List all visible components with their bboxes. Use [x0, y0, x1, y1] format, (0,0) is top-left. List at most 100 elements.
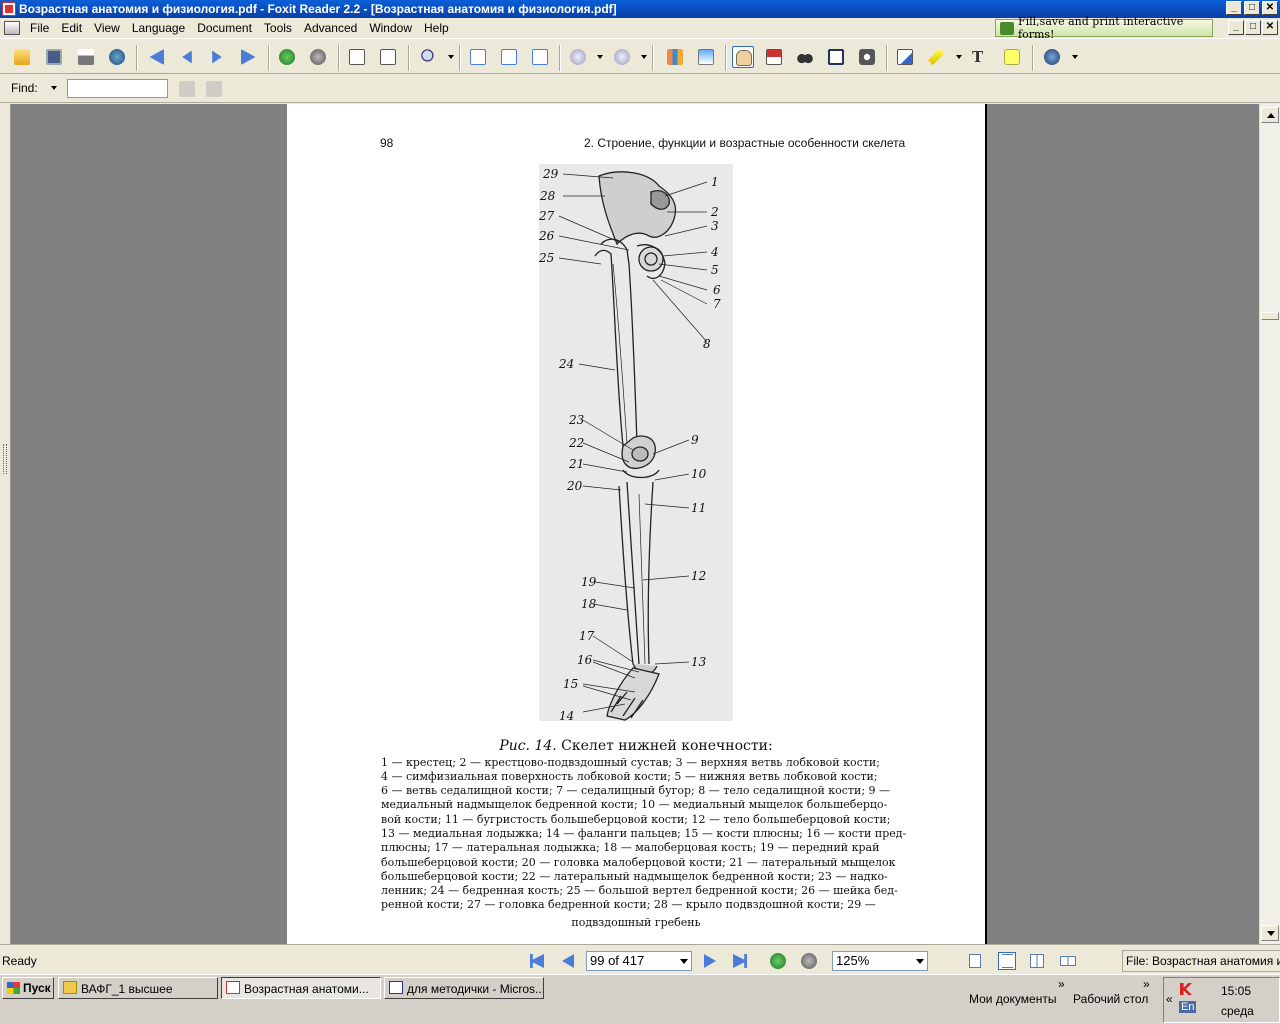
camera-button[interactable]	[856, 46, 878, 68]
fit-page-button[interactable]	[498, 46, 520, 68]
doc-close-button[interactable]: ✕	[1262, 20, 1278, 35]
vertical-scrollbar[interactable]	[1259, 104, 1280, 944]
find-next-button[interactable]	[203, 78, 225, 100]
fig-label-19: 19	[581, 575, 597, 589]
highlight-dropdown-arrow[interactable]	[956, 55, 962, 59]
find-prev-button[interactable]	[176, 78, 198, 100]
my-documents-toolbar[interactable]: Мои документы	[969, 992, 1056, 1006]
foxit-window: Возрастная анатомия и физиология.pdf - F…	[0, 0, 1280, 1024]
scroll-down-button[interactable]	[1261, 925, 1279, 941]
menu-advanced[interactable]: Advanced	[298, 21, 363, 35]
document-icon[interactable]	[4, 21, 20, 35]
navigation-panel-collapsed[interactable]	[0, 104, 11, 944]
language-indicator[interactable]: En	[1179, 1001, 1197, 1013]
foxit-app-icon[interactable]	[2, 2, 16, 16]
zoom-out-button[interactable]	[567, 46, 589, 68]
select-text-button[interactable]	[763, 46, 785, 68]
scroll-thumb[interactable]	[1261, 312, 1279, 320]
find-options-arrow[interactable]	[51, 86, 57, 90]
clock-time[interactable]: 15:05	[1221, 984, 1251, 998]
zoom-level-value: 125%	[836, 953, 870, 968]
menu-edit[interactable]: Edit	[55, 21, 88, 35]
desktop-chevron-icon[interactable]: »	[1143, 977, 1150, 991]
zoom-in-icon	[614, 49, 630, 65]
continuous-view-button[interactable]	[998, 952, 1016, 970]
rotate-left-button[interactable]	[346, 46, 368, 68]
next-page-button[interactable]	[206, 46, 228, 68]
zoom-level-select[interactable]: 125%	[832, 951, 928, 971]
bookmark-button[interactable]	[664, 46, 686, 68]
menu-document[interactable]: Document	[191, 21, 258, 35]
zoom-in-dropdown-arrow[interactable]	[641, 55, 647, 59]
prev-page-button[interactable]	[176, 46, 198, 68]
status-back-button[interactable]	[769, 952, 787, 970]
zoom-out-dropdown-arrow[interactable]	[597, 55, 603, 59]
desktop-toolbar[interactable]: Рабочий стол	[1073, 992, 1148, 1006]
caption-line-5: вой кости; 11 — бугристость большеберцов…	[381, 813, 891, 826]
document-viewport[interactable]: 98 2. Строение, функции и возрастные осо…	[11, 104, 1259, 944]
comment-button[interactable]	[1001, 46, 1023, 68]
zoom-dropdown-arrow[interactable]	[448, 55, 454, 59]
menu-language[interactable]: Language	[126, 21, 191, 35]
fit-width-button[interactable]	[529, 46, 551, 68]
forward-button[interactable]	[307, 46, 329, 68]
actual-size-button[interactable]	[467, 46, 489, 68]
find-input[interactable]	[67, 79, 168, 98]
task-word[interactable]: для методички - Micros...	[384, 977, 544, 999]
last-page-button[interactable]	[238, 46, 260, 68]
highlight-button[interactable]	[925, 46, 947, 68]
scroll-up-icon	[1267, 113, 1275, 118]
scroll-up-button[interactable]	[1261, 107, 1279, 123]
first-page-button[interactable]	[145, 46, 167, 68]
save-button[interactable]	[43, 46, 65, 68]
close-button[interactable]: ✕	[1262, 1, 1278, 15]
status-last-page-button[interactable]	[731, 952, 749, 970]
fill-forms-button[interactable]: Fill,save and print interactive forms!	[995, 15, 1213, 41]
facing-view-button[interactable]	[1028, 952, 1046, 970]
fig-label-18: 18	[581, 597, 597, 611]
fig-label-12: 12	[691, 569, 706, 583]
minimize-button[interactable]: _	[1226, 1, 1242, 15]
find-prev-icon	[179, 81, 195, 97]
menu-file[interactable]: File	[24, 21, 55, 35]
start-button[interactable]: Пуск	[2, 977, 54, 999]
doc-restore-button[interactable]: □	[1245, 20, 1261, 35]
task-folder[interactable]: ВАФГ_1 высшее	[58, 977, 218, 999]
email-button[interactable]	[106, 46, 128, 68]
maximize-button[interactable]: □	[1244, 1, 1260, 15]
back-icon	[770, 953, 786, 969]
typewriter-button[interactable]	[825, 46, 847, 68]
page-number-select[interactable]: 99 of 417	[586, 951, 692, 971]
hand-tool-button[interactable]	[732, 46, 754, 68]
menu-window[interactable]: Window	[363, 21, 418, 35]
fig-label-8: 8	[703, 337, 711, 351]
info-button[interactable]	[1041, 46, 1063, 68]
find-button[interactable]	[794, 46, 816, 68]
continuous-facing-view-button[interactable]	[1059, 952, 1077, 970]
system-tray: En 15:05 среда	[1163, 977, 1280, 1023]
document-window-controls: _ □ ✕	[1228, 20, 1278, 35]
menu-tools[interactable]: Tools	[258, 21, 298, 35]
menu-help[interactable]: Help	[418, 21, 455, 35]
task-foxit-reader[interactable]: Возрастная анатоми...	[221, 977, 381, 999]
snapshot-button[interactable]	[695, 46, 717, 68]
text-tool-button[interactable]: T	[969, 46, 991, 68]
status-first-page-button[interactable]	[528, 952, 546, 970]
print-button[interactable]	[75, 46, 97, 68]
open-button[interactable]	[11, 46, 33, 68]
back-button[interactable]	[276, 46, 298, 68]
doc-minimize-button[interactable]: _	[1228, 20, 1244, 35]
info-dropdown-arrow[interactable]	[1072, 55, 1078, 59]
note-button[interactable]	[894, 46, 916, 68]
single-page-view-button[interactable]	[966, 952, 984, 970]
rotate-right-button[interactable]	[377, 46, 399, 68]
kaspersky-icon[interactable]	[1180, 983, 1192, 995]
status-next-page-button[interactable]	[701, 952, 719, 970]
zoom-tool-button[interactable]	[418, 46, 440, 68]
status-prev-page-button[interactable]	[559, 952, 577, 970]
zoom-in-button[interactable]	[611, 46, 633, 68]
docs-chevron-icon[interactable]: »	[1058, 977, 1065, 991]
status-forward-button[interactable]	[800, 952, 818, 970]
panel-grip[interactable]	[3, 444, 7, 474]
menu-view[interactable]: View	[88, 21, 126, 35]
